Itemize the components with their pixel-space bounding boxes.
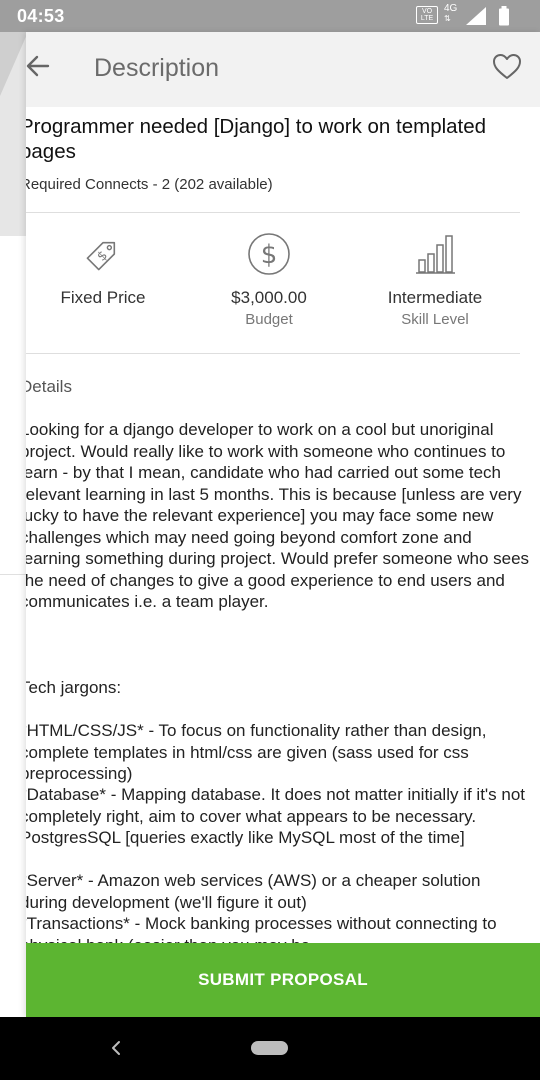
job-title: Programmer needed [Django] to work on te… bbox=[26, 115, 487, 163]
price-type-value: Fixed Price bbox=[60, 288, 146, 307]
divider bbox=[26, 212, 520, 213]
budget-label: Budget bbox=[245, 311, 293, 328]
battery-icon bbox=[499, 6, 509, 26]
skill-level-label: Skill Level bbox=[401, 311, 469, 328]
nav-home-pill[interactable] bbox=[251, 1041, 288, 1055]
dollar-circle-icon: $ bbox=[248, 233, 290, 275]
stat-skill-level: Intermediate Skill Level bbox=[355, 230, 515, 328]
status-time: 04:53 bbox=[17, 6, 65, 26]
background-page-body bbox=[0, 236, 28, 1016]
nav-back-icon[interactable] bbox=[108, 1037, 124, 1059]
price-tag-icon: $ bbox=[86, 241, 116, 271]
stat-budget: $ $3,000.00 Budget bbox=[189, 230, 349, 328]
details-heading: Details bbox=[26, 377, 72, 396]
tech-item-server: *Server* - Amazon web services (AWS) or … bbox=[26, 871, 486, 912]
budget-value: $3,000.00 bbox=[231, 288, 307, 307]
signal-icon bbox=[466, 7, 486, 25]
skill-level-value: Intermediate bbox=[387, 288, 483, 307]
system-nav-bar bbox=[0, 1017, 540, 1080]
svg-text:$: $ bbox=[261, 240, 278, 270]
tech-item-html: *HTML/CSS/JS* - To focus on functionalit… bbox=[26, 721, 492, 783]
heart-outline-icon[interactable] bbox=[492, 52, 522, 82]
data-arrows-icon: ⇅ bbox=[444, 14, 451, 23]
network-type: 4G bbox=[444, 3, 458, 14]
tech-item-database: *Database* - Mapping database. It does n… bbox=[26, 785, 530, 847]
svg-text:$: $ bbox=[95, 248, 111, 264]
back-arrow-icon[interactable] bbox=[26, 52, 52, 80]
tech-jargons-heading: Tech jargons: bbox=[26, 678, 122, 697]
stat-price-type: $ Fixed Price bbox=[26, 230, 183, 308]
bar-chart-icon bbox=[416, 235, 455, 274]
submit-proposal-button[interactable]: SUBMIT PROPOSAL bbox=[26, 943, 540, 1017]
app-bar: Description bbox=[26, 32, 540, 107]
status-bar: 04:53 VO LTE 4G ⇅ bbox=[0, 0, 540, 32]
description-paragraph: Looking for a django developer to work o… bbox=[26, 420, 534, 611]
page-title: Description bbox=[94, 54, 220, 82]
background-page-corner bbox=[0, 32, 28, 96]
divider bbox=[26, 353, 520, 354]
volte-icon: VO LTE bbox=[416, 6, 438, 24]
background-page-divider bbox=[0, 574, 28, 575]
description-panel: Description Programmer needed [Django] t… bbox=[26, 32, 540, 1018]
required-connects: Required Connects - 2 (202 available) bbox=[26, 176, 273, 193]
